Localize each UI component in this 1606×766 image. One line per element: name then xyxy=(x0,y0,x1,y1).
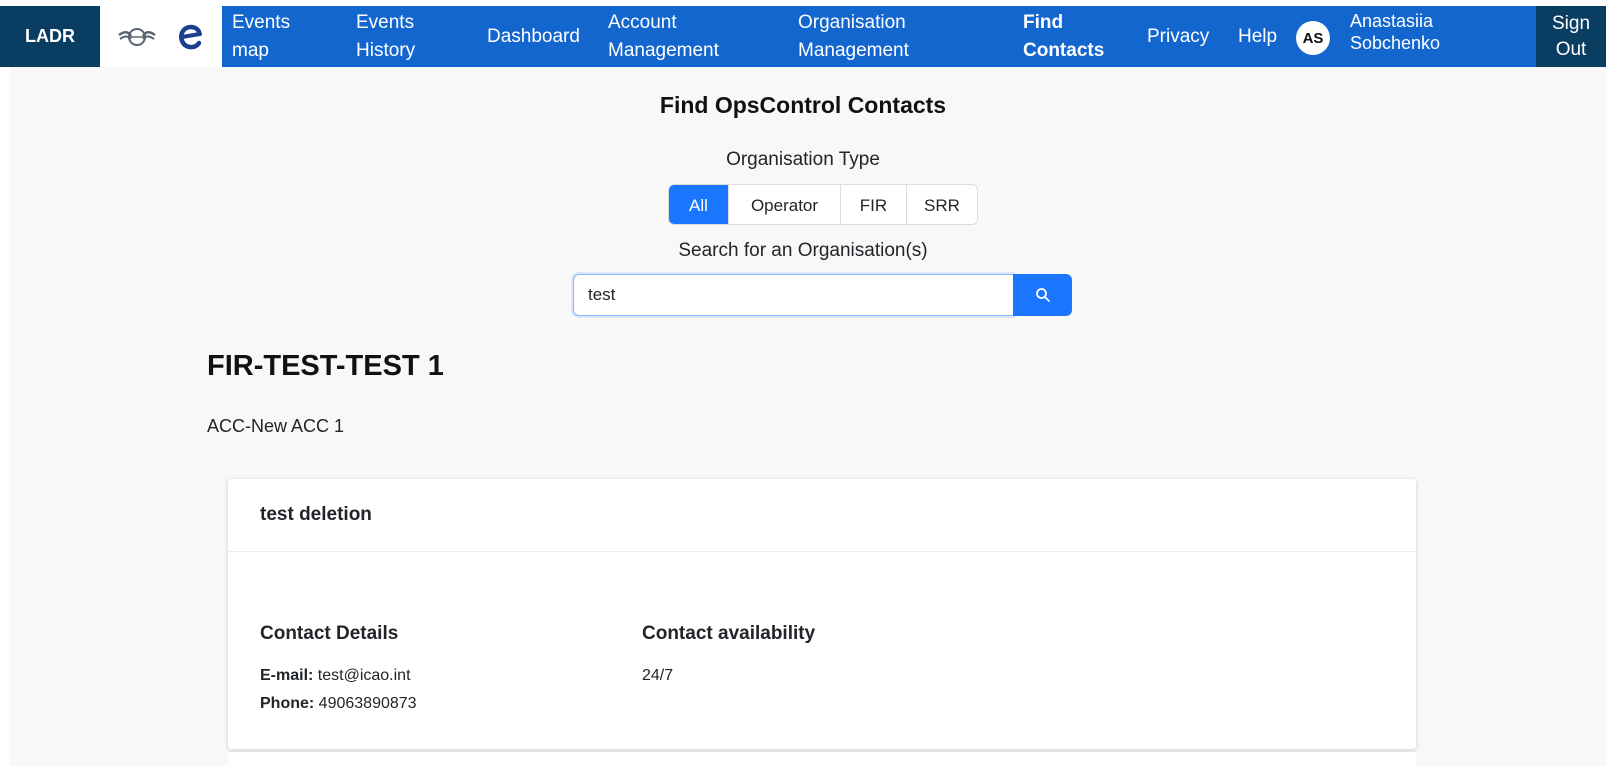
contact-email-line: E-mail: test@icao.int xyxy=(260,667,411,685)
organisation-type-filter: All Operator FIR SRR xyxy=(668,184,978,225)
partner-logos xyxy=(100,6,222,67)
nav-events-history[interactable]: Events History xyxy=(356,6,415,67)
sign-out-button[interactable]: Sign Out xyxy=(1536,6,1606,67)
contact-card-title: test deletion xyxy=(228,479,1416,552)
nav-events-map[interactable]: Events map xyxy=(232,6,290,67)
search-button[interactable] xyxy=(1013,274,1072,316)
search-icon xyxy=(1035,288,1050,302)
nav-dashboard[interactable]: Dashboard xyxy=(487,6,580,67)
contact-availability-title: Contact availability xyxy=(642,623,816,644)
nav-account-management[interactable]: Account Management xyxy=(608,6,719,67)
email-label: E-mail: xyxy=(260,667,314,684)
filter-fir-button[interactable]: FIR xyxy=(841,185,907,224)
filter-operator-button[interactable]: Operator xyxy=(729,185,841,224)
search-label: Search for an Organisation(s) xyxy=(678,240,928,261)
search-input[interactable] xyxy=(573,274,1013,316)
phone-value: 49063890873 xyxy=(318,695,417,712)
result-organisation-heading: FIR-TEST-TEST 1 xyxy=(207,350,444,382)
contact-details-title: Contact Details xyxy=(260,623,399,644)
nav-privacy[interactable]: Privacy xyxy=(1147,6,1209,67)
user-avatar[interactable]: AS xyxy=(1296,21,1330,55)
nav-organisation-management[interactable]: Organisation Management xyxy=(798,6,909,67)
nav-find-contacts[interactable]: Find Contacts xyxy=(1023,6,1104,67)
email-value: test@icao.int xyxy=(317,667,411,684)
contact-availability-value: 24/7 xyxy=(642,667,674,684)
user-name[interactable]: Anastasiia Sobchenko xyxy=(1350,10,1490,54)
eurocontrol-logo-icon xyxy=(179,24,202,49)
phone-label: Phone: xyxy=(260,695,315,712)
top-navbar: LADR Events map Events History Dashboard… xyxy=(0,6,1606,67)
user-name-text: Anastasiia Sobchenko xyxy=(1350,11,1441,53)
filter-all-button[interactable]: All xyxy=(669,185,729,224)
filter-srr-button[interactable]: SRR xyxy=(907,185,977,224)
nav-help[interactable]: Help xyxy=(1238,6,1277,67)
result-unit-subheading: ACC-New ACC 1 xyxy=(207,416,345,436)
page-title: Find OpsControl Contacts xyxy=(659,92,947,118)
icao-emblem-icon xyxy=(118,27,156,46)
next-contact-card-edge xyxy=(228,751,1416,766)
contact-card: test deletion Contact Details E-mail: te… xyxy=(228,479,1416,749)
organisation-type-label: Organisation Type xyxy=(726,149,880,170)
brand-logo[interactable]: LADR xyxy=(0,6,100,67)
sign-out-label: Sign Out xyxy=(1551,12,1591,60)
contact-phone-line: Phone: 49063890873 xyxy=(260,695,417,713)
